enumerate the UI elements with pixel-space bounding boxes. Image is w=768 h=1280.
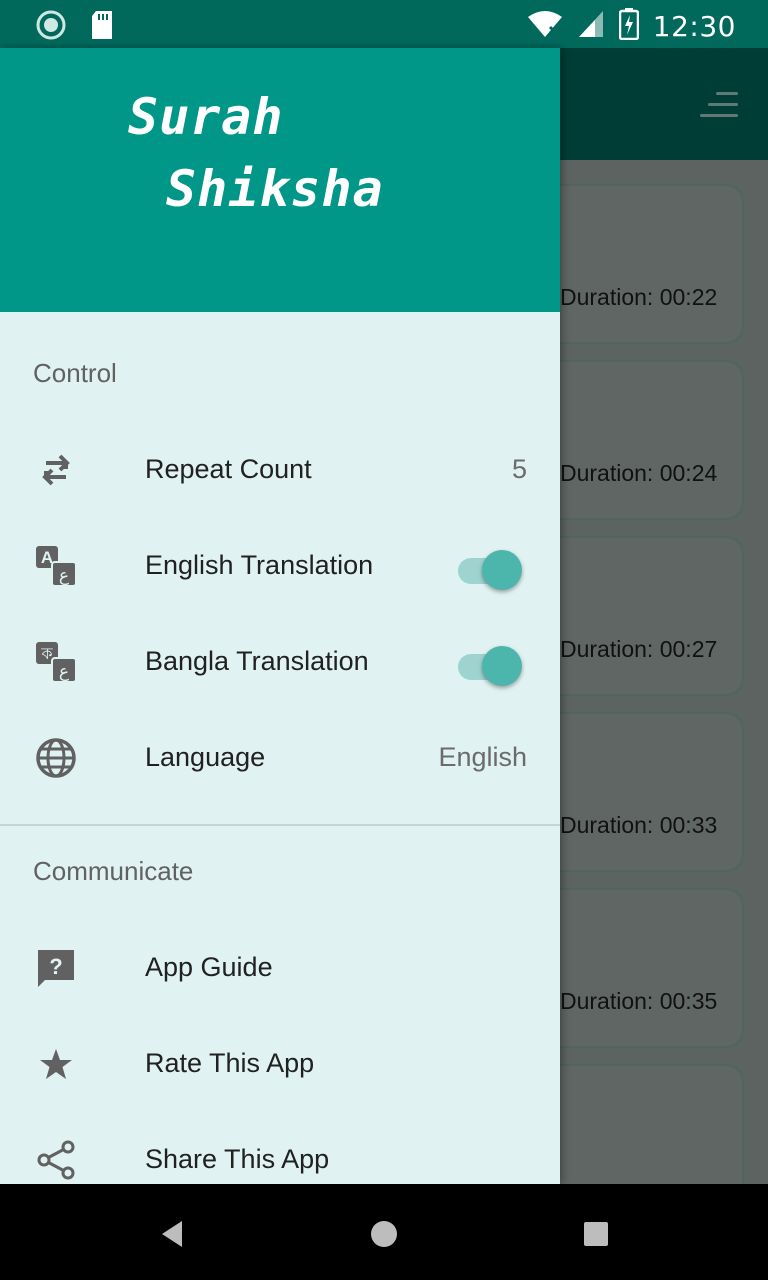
- card-duration: Duration: 00:22: [560, 284, 718, 310]
- card-duration: Duration: 00:33: [560, 812, 718, 838]
- drawer-header: Surah Shiksha: [0, 48, 560, 312]
- sort-menu-icon[interactable]: [700, 90, 738, 120]
- bangla-translation-toggle[interactable]: [456, 644, 522, 686]
- menu-item-label: App Guide: [145, 952, 273, 982]
- share-icon: [34, 1138, 78, 1182]
- home-icon[interactable]: [368, 1218, 400, 1250]
- section-divider: [0, 824, 560, 826]
- recents-icon[interactable]: [580, 1218, 612, 1250]
- menu-item-app-guide[interactable]: ? App Guide: [0, 920, 560, 1016]
- section-title-control: Control: [33, 358, 117, 388]
- sd-card-icon: [90, 10, 114, 45]
- status-time: 12:30: [652, 10, 736, 43]
- card-duration: Duration: 00:35: [560, 988, 718, 1014]
- translate-english-icon: Aع: [34, 544, 78, 588]
- repeat-count-value: 5: [511, 454, 527, 484]
- card-duration: Duration: 00:24: [560, 460, 718, 486]
- globe-icon: [34, 736, 78, 780]
- menu-item-bangla-translation[interactable]: কع Bangla Translation: [0, 614, 560, 710]
- signal-icon: [577, 9, 605, 44]
- svg-text:ع: ع: [59, 566, 69, 586]
- menu-item-repeat-count[interactable]: Repeat Count 5: [0, 422, 560, 518]
- repeat-icon: [34, 448, 78, 492]
- app-notification-icon: [36, 10, 66, 45]
- section-title-communicate: Communicate: [33, 856, 194, 886]
- menu-item-english-translation[interactable]: Aع English Translation: [0, 518, 560, 614]
- menu-item-label: Rate This App: [145, 1048, 315, 1078]
- menu-item-rate-app[interactable]: Rate This App: [0, 1016, 560, 1112]
- toggle-thumb: [482, 646, 522, 686]
- app-logo-line-2: Shiksha: [166, 160, 384, 218]
- menu-item-label: Language: [145, 742, 266, 772]
- toggle-thumb: [482, 550, 522, 590]
- menu-item-label: Repeat Count: [145, 454, 312, 484]
- help-icon: ?: [34, 946, 78, 990]
- card-duration: Duration: 00:27: [560, 636, 718, 662]
- battery-charging-icon: [618, 8, 640, 45]
- svg-text:?: ?: [49, 954, 62, 979]
- app-logo-line-1: Surah: [128, 88, 284, 146]
- svg-text:ع: ع: [59, 662, 69, 682]
- menu-item-label: Bangla Translation: [145, 646, 369, 676]
- menu-item-share-app[interactable]: Share This App: [0, 1112, 560, 1184]
- status-bar: 12:30: [0, 0, 768, 48]
- menu-item-language[interactable]: Language English: [0, 710, 560, 806]
- language-value: English: [438, 742, 527, 772]
- system-nav-bar: [0, 1184, 768, 1280]
- english-translation-toggle[interactable]: [456, 548, 522, 590]
- menu-item-label: Share This App: [145, 1144, 330, 1174]
- back-icon[interactable]: [156, 1218, 188, 1250]
- star-icon: [34, 1042, 78, 1086]
- menu-item-label: English Translation: [145, 550, 374, 580]
- navigation-drawer: Surah Shiksha Control Repeat Count 5 Aع …: [0, 48, 560, 1184]
- wifi-icon: [527, 9, 563, 44]
- translate-bangla-icon: কع: [34, 640, 78, 684]
